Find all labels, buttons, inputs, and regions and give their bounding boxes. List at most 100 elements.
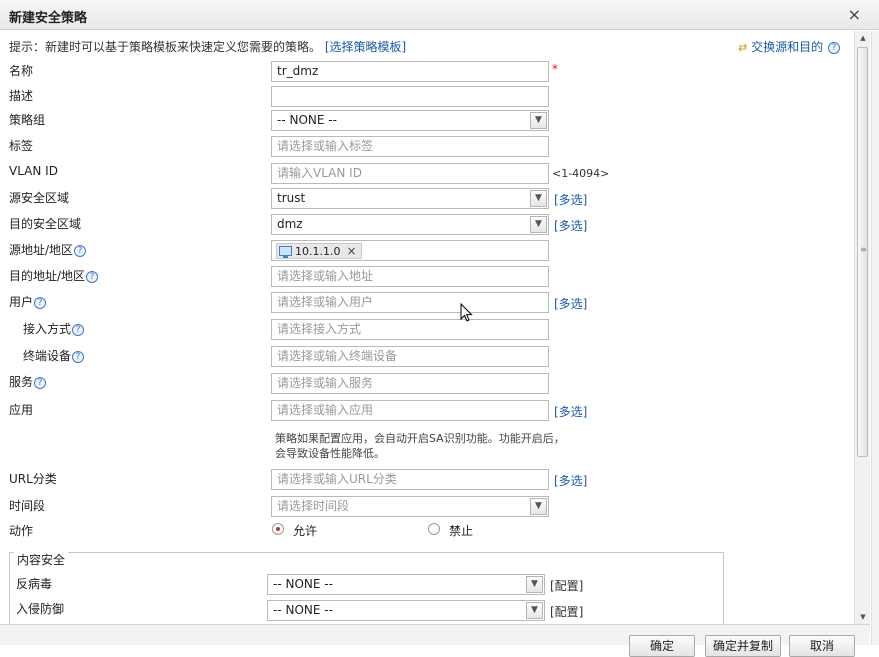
form-content: 提示：新建时可以基于策略模板来快速定义您需要的策略。 [选择策略模板] ⇄ 交换… — [0, 31, 854, 624]
url-category-multi-link[interactable]: [多选] — [554, 472, 587, 489]
chevron-down-icon[interactable]: ▼ — [530, 190, 547, 207]
action-label: 动作 — [9, 524, 34, 538]
scroll-up-icon[interactable]: ▲ — [855, 31, 871, 45]
terminal-label: 终端设备? — [23, 347, 85, 364]
user-label-text: 用户 — [9, 295, 34, 309]
vlan-range-hint: <1-4094> — [552, 167, 610, 180]
src-zone-multi-link[interactable]: [多选] — [554, 191, 587, 208]
ok-and-copy-button[interactable]: 确定并复制 — [705, 635, 781, 657]
name-label: 名称 — [9, 64, 34, 78]
application-multi-link[interactable]: [多选] — [554, 403, 587, 420]
terminal-label-text: 终端设备 — [23, 349, 72, 363]
dst-zone-label: 目的安全区域 — [9, 217, 82, 231]
remove-tag-icon[interactable]: × — [346, 244, 356, 258]
access-mode-input[interactable]: 请选择接入方式 — [271, 319, 549, 340]
chevron-down-icon[interactable]: ▼ — [526, 576, 543, 593]
dst-zone-select[interactable]: dmz ▼ — [271, 214, 549, 235]
src-zone-value: trust — [277, 191, 306, 205]
tag-input[interactable]: 请选择或输入标签 — [271, 136, 549, 157]
help-icon[interactable]: ? — [72, 324, 85, 336]
swap-icon: ⇄ — [738, 41, 748, 54]
vlan-input[interactable]: 请输入VLAN ID — [271, 163, 549, 184]
src-addr-tag-value: 10.1.1.0 — [295, 245, 341, 258]
hint-row: 提示：新建时可以基于策略模板来快速定义您需要的策略。 [选择策略模板] — [9, 38, 406, 55]
description-label: 描述 — [9, 89, 34, 103]
content-security-legend: 内容安全 — [14, 551, 69, 568]
terminal-input[interactable]: 请选择或输入终端设备 — [271, 346, 549, 367]
description-input[interactable] — [271, 86, 549, 107]
cancel-button[interactable]: 取消 — [789, 635, 855, 657]
src-addr-label-text: 源地址/地区 — [9, 243, 74, 257]
chevron-down-icon[interactable]: ▼ — [530, 498, 547, 515]
ips-label: 入侵防御 — [16, 602, 65, 616]
computer-icon — [279, 246, 292, 258]
help-icon[interactable]: ? — [86, 271, 99, 283]
close-icon[interactable]: × — [848, 5, 861, 24]
scrollbar-thumb[interactable]: ≡ — [857, 47, 868, 457]
help-icon[interactable]: ? — [34, 377, 47, 389]
required-mark: * — [552, 62, 558, 76]
time-range-label: 时间段 — [9, 499, 46, 513]
dialog-titlebar: 新建安全策略 × — [0, 0, 879, 30]
ips-select[interactable]: -- NONE -- ▼ — [267, 600, 545, 621]
scroll-down-icon[interactable]: ▼ — [855, 610, 871, 624]
grip-icon: ≡ — [860, 245, 867, 254]
action-deny-radio[interactable] — [428, 523, 440, 535]
help-icon[interactable]: ? — [34, 297, 47, 309]
action-deny-label: 禁止 — [449, 524, 474, 538]
url-category-input[interactable]: 请选择或输入URL分类 — [271, 469, 549, 490]
help-icon[interactable]: ? — [828, 42, 840, 54]
user-label: 用户? — [9, 293, 47, 310]
application-input[interactable]: 请选择或输入应用 — [271, 400, 549, 421]
chevron-down-icon[interactable]: ▼ — [526, 602, 543, 619]
outer-scroll-rail — [871, 31, 879, 645]
ips-config-link[interactable]: [配置] — [550, 603, 583, 620]
time-range-select[interactable]: 请选择时间段 ▼ — [271, 496, 549, 517]
application-note: 策略如果配置应用，会自动开启SA识别功能。功能开启后，会导致设备性能降低。 — [275, 432, 565, 460]
user-input[interactable]: 请选择或输入用户 — [271, 292, 549, 313]
chevron-down-icon[interactable]: ▼ — [530, 112, 547, 129]
user-multi-link[interactable]: [多选] — [554, 295, 587, 312]
vlan-label: VLAN ID — [9, 164, 58, 178]
antivirus-value: -- NONE -- — [273, 577, 333, 591]
service-input[interactable]: 请选择或输入服务 — [271, 373, 549, 394]
action-permit-label: 允许 — [293, 524, 318, 538]
help-icon[interactable]: ? — [72, 351, 85, 363]
policy-group-label: 策略组 — [9, 113, 46, 127]
ok-button[interactable]: 确定 — [629, 635, 695, 657]
policy-group-value: -- NONE -- — [277, 113, 337, 127]
antivirus-label: 反病毒 — [16, 577, 53, 591]
service-label: 服务? — [9, 373, 47, 390]
chevron-down-icon[interactable]: ▼ — [530, 216, 547, 233]
src-zone-select[interactable]: trust ▼ — [271, 188, 549, 209]
time-range-placeholder: 请选择时间段 — [277, 499, 350, 513]
help-icon[interactable]: ? — [74, 245, 87, 257]
hint-text: 提示：新建时可以基于策略模板来快速定义您需要的策略。 — [9, 40, 322, 54]
dst-zone-value: dmz — [277, 217, 303, 231]
src-addr-label: 源地址/地区? — [9, 241, 87, 258]
swap-label: 交换源和目的 — [751, 40, 824, 54]
dst-zone-multi-link[interactable]: [多选] — [554, 217, 587, 234]
src-addr-tag: 10.1.1.0 × — [276, 243, 362, 259]
access-mode-label-text: 接入方式 — [23, 322, 72, 336]
dialog-title: 新建安全策略 — [9, 11, 88, 26]
application-label: 应用 — [9, 403, 34, 417]
name-input[interactable]: tr_dmz — [271, 61, 549, 82]
url-category-label: URL分类 — [9, 472, 57, 486]
swap-src-dst-link[interactable]: ⇄ 交换源和目的 ? — [738, 38, 840, 55]
dst-addr-label-text: 目的地址/地区 — [9, 269, 86, 283]
dst-addr-label: 目的地址/地区? — [9, 267, 99, 284]
antivirus-config-link[interactable]: [配置] — [550, 577, 583, 594]
access-mode-label: 接入方式? — [23, 320, 85, 337]
src-addr-input[interactable]: 10.1.1.0 × — [271, 240, 549, 261]
mouse-cursor-icon — [460, 303, 473, 322]
dialog-footer: 确定 确定并复制 取消 — [0, 624, 870, 657]
tag-label: 标签 — [9, 139, 34, 153]
antivirus-select[interactable]: -- NONE -- ▼ — [267, 574, 545, 595]
vertical-scrollbar[interactable]: ▲ ≡ ▼ — [854, 31, 870, 624]
service-label-text: 服务 — [9, 375, 34, 389]
dst-addr-input[interactable]: 请选择或输入地址 — [271, 266, 549, 287]
policy-group-select[interactable]: -- NONE -- ▼ — [271, 110, 549, 131]
select-template-link[interactable]: [选择策略模板] — [325, 40, 406, 54]
action-permit-radio[interactable] — [272, 523, 284, 535]
